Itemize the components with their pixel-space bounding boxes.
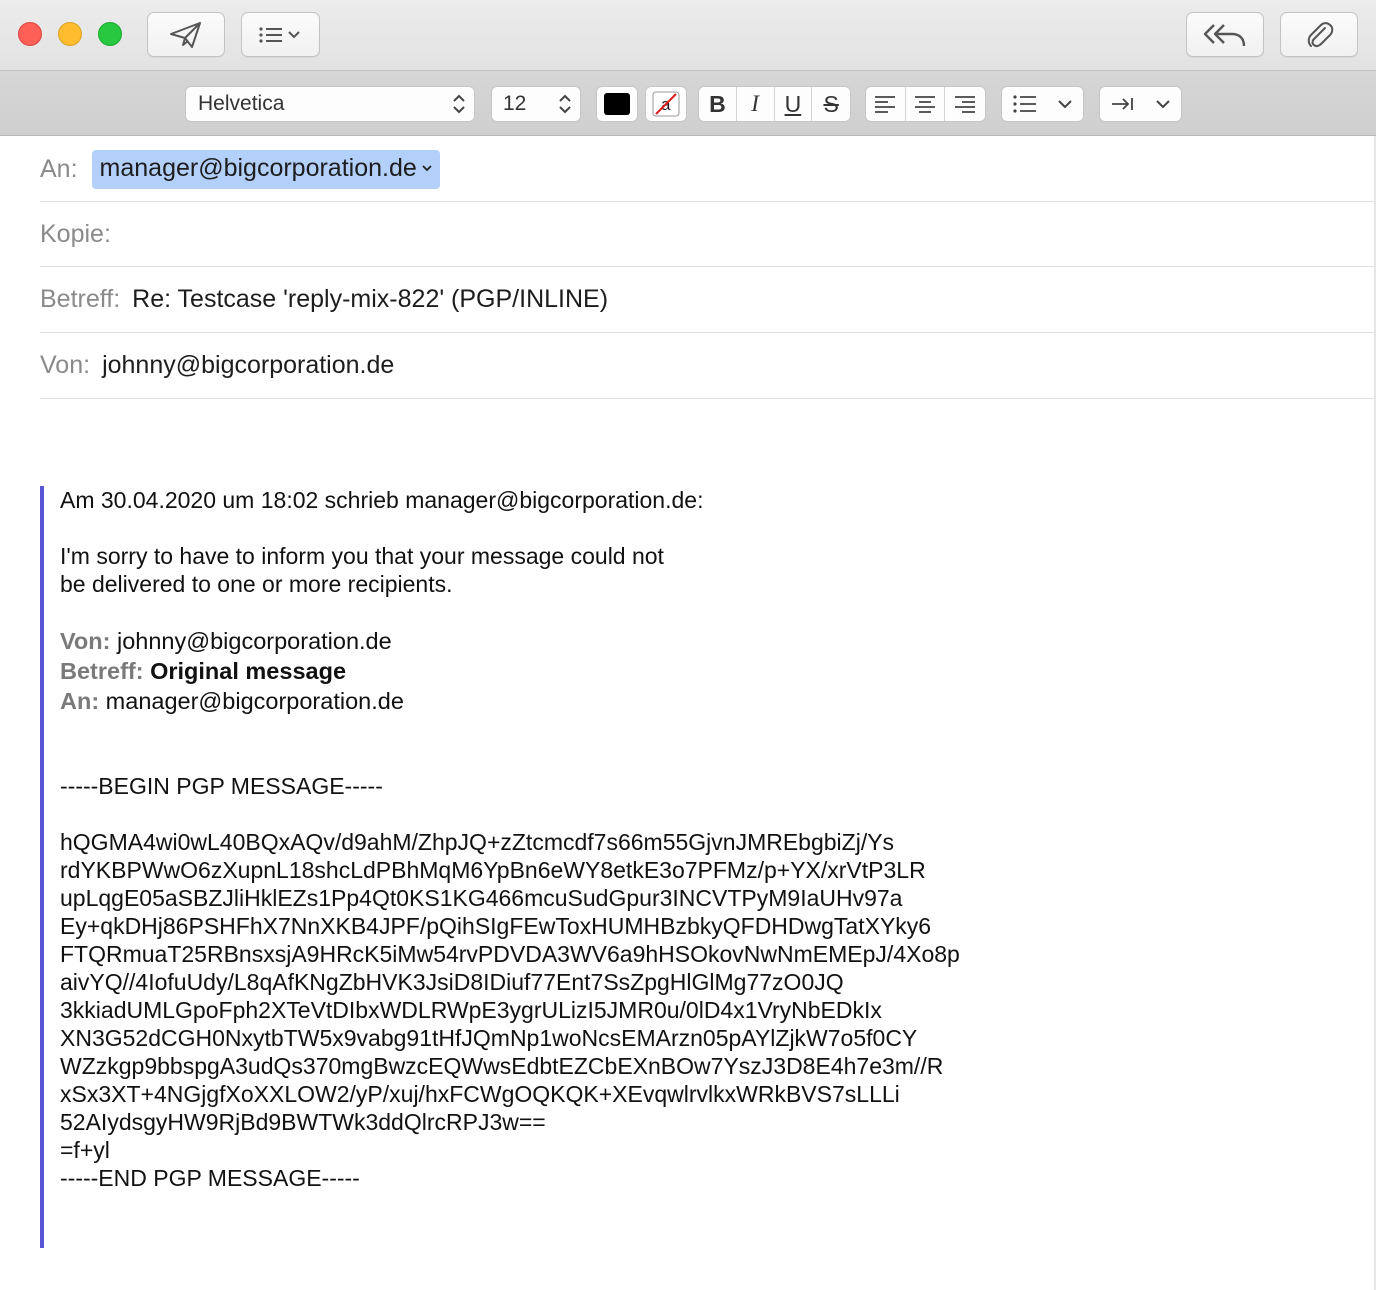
to-field-row: An: manager@bigcorporation.de xyxy=(40,137,1374,202)
pgp-data-line: aivYQ//4IofuUdy/L8qAfKNgZbHVK3JsiD8IDiuf… xyxy=(60,969,844,995)
underline-button[interactable]: U xyxy=(775,87,813,121)
list-style-select[interactable] xyxy=(1001,86,1084,122)
subject-label: Betreff: xyxy=(40,285,121,313)
forwarded-to-line: An: manager@bigcorporation.de xyxy=(60,686,1060,716)
bold-label: B xyxy=(709,90,726,117)
pgp-data-line: rdYKBPWwO6zXupnL18shcLdPBhMqM6YpBn6eWY8e… xyxy=(60,857,926,883)
up-down-chevron-icon xyxy=(453,94,465,114)
forwarded-to-label: An: xyxy=(60,688,100,714)
strikethrough-button[interactable]: S xyxy=(812,87,850,121)
strikethrough-label: S xyxy=(823,90,839,117)
highlight-color-button[interactable]: a xyxy=(645,86,687,122)
italic-label: I xyxy=(751,91,759,116)
font-family-select[interactable]: Helvetica xyxy=(185,86,475,122)
pgp-begin-line: -----BEGIN PGP MESSAGE----- xyxy=(60,773,383,799)
header-fields-button[interactable] xyxy=(241,12,320,57)
pgp-data-line: WZzkgp9bbspgA3udQs370mgBwzcEQWwsEdbtEZCb… xyxy=(60,1053,944,1079)
zoom-window-button[interactable] xyxy=(98,22,122,46)
attribution-line: Am 30.04.2020 um 18:02 schrieb manager@b… xyxy=(60,487,704,513)
window-toolbar: Helvetica 12 a B I U S xyxy=(0,0,1376,136)
font-size-value: 12 xyxy=(503,92,527,115)
align-left-button[interactable] xyxy=(866,87,906,121)
text-style-group: B I U S xyxy=(698,86,851,122)
quoted-message[interactable]: Am 30.04.2020 um 18:02 schrieb manager@b… xyxy=(60,486,1060,1192)
reply-all-button[interactable] xyxy=(1186,12,1264,57)
font-size-select[interactable]: 12 xyxy=(491,86,581,122)
indent-icon xyxy=(1111,98,1133,110)
pgp-data-line: hQGMA4wi0wL40BQxAQv/d9ahM/ZhpJQ+zZtcmcdf… xyxy=(60,829,895,855)
paper-plane-icon xyxy=(170,21,201,48)
font-family-value: Helvetica xyxy=(198,92,285,115)
align-center-button[interactable] xyxy=(906,87,946,121)
chevron-down-icon xyxy=(1058,100,1072,109)
intro-line: I'm sorry to have to inform you that you… xyxy=(60,543,664,569)
to-label: An: xyxy=(40,154,78,183)
toolbar-divider xyxy=(0,70,1376,71)
pgp-data-line: 52AIydsgyHW9RjBd9BWTWk3ddQlrcRPJ3w== xyxy=(60,1109,546,1135)
close-window-button[interactable] xyxy=(18,22,42,46)
quote-bar xyxy=(40,486,44,1248)
chevron-down-icon xyxy=(1156,100,1170,109)
cc-label: Kopie: xyxy=(40,219,111,248)
forwarded-subject-value: Original message xyxy=(143,658,347,684)
forwarded-subject-line: Betreff: Original message xyxy=(60,656,1060,686)
attach-button[interactable] xyxy=(1280,12,1358,57)
alignment-group xyxy=(865,86,986,122)
underline-label: U xyxy=(784,90,802,117)
list-chevron-icon xyxy=(258,26,300,43)
from-value[interactable]: johnny@bigcorporation.de xyxy=(102,351,394,380)
align-center-icon xyxy=(915,96,935,113)
indent-select[interactable] xyxy=(1099,86,1182,122)
forwarded-from-value: johnny@bigcorporation.de xyxy=(110,628,392,654)
bulleted-list-icon xyxy=(1013,95,1036,113)
pgp-data-line: Ey+qkDHj86PSHFhX7NnXKB4JPF/pQihSIgFEwTox… xyxy=(60,913,932,939)
pgp-checksum-line: =f+yl xyxy=(60,1137,110,1163)
minimize-window-button[interactable] xyxy=(58,22,82,46)
subject-value[interactable]: Re: Testcase 'reply-mix-822' (PGP/INLINE… xyxy=(132,285,608,314)
align-right-button[interactable] xyxy=(945,87,985,121)
pgp-data-line: upLqgE05aSBZJliHklEZs1Pp4Qt0KS1KG466mcuS… xyxy=(60,885,903,911)
up-down-chevron-icon xyxy=(559,94,571,114)
subject-field-row[interactable]: Betreff: Re: Testcase 'reply-mix-822' (P… xyxy=(40,267,1374,333)
no-highlight-icon: a xyxy=(652,91,680,117)
align-left-icon xyxy=(875,96,896,113)
align-right-icon xyxy=(955,96,976,113)
forwarded-from-line: Von: johnny@bigcorporation.de xyxy=(60,626,1060,656)
italic-button[interactable]: I xyxy=(737,87,775,121)
intro-line: be delivered to one or more recipients. xyxy=(60,571,453,597)
pgp-data-line: XN3G52dCGH0NxytbTW5x9vabg91tHfJQmNp1woNc… xyxy=(60,1025,918,1051)
forwarded-subject-label: Betreff: xyxy=(60,658,144,684)
pgp-end-line: -----END PGP MESSAGE----- xyxy=(60,1165,360,1191)
pgp-data-line: 3kkiadUMLGpoFph2XTeVtDIbxWDLRWpE3ygrULiz… xyxy=(60,997,882,1023)
recipient-token[interactable]: manager@bigcorporation.de xyxy=(91,149,440,189)
chevron-down-icon xyxy=(422,165,432,172)
forwarded-from-label: Von: xyxy=(60,628,111,654)
text-color-button[interactable] xyxy=(596,86,638,122)
paperclip-icon xyxy=(1307,21,1334,47)
forwarded-to-value: manager@bigcorporation.de xyxy=(99,688,404,714)
reply-all-icon xyxy=(1203,23,1246,46)
cc-field-row[interactable]: Kopie: xyxy=(40,202,1374,267)
send-button[interactable] xyxy=(147,12,225,57)
text-color-swatch xyxy=(604,93,630,115)
pgp-data-line: xSx3XT+4NGjgfXoXXLOW2/yP/xuj/hxFCWgOQKQK… xyxy=(60,1081,900,1107)
from-label: Von: xyxy=(40,351,91,379)
from-field-row[interactable]: Von: johnny@bigcorporation.de xyxy=(40,333,1374,399)
recipient-address: manager@bigcorporation.de xyxy=(99,153,417,182)
pgp-data-line: FTQRmuaT25RBnsxsjA9HRcK5iMw54rvPDVDA3WV6… xyxy=(60,941,960,967)
bold-button[interactable]: B xyxy=(699,87,737,121)
